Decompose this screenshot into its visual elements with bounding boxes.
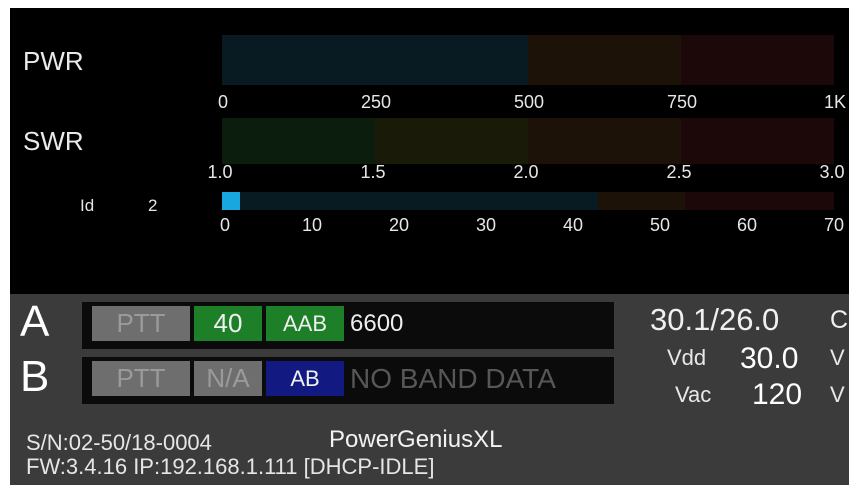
swr-tick: 1.5 xyxy=(360,162,386,182)
id-tick: 60 xyxy=(736,215,758,235)
vdd-value: 30.0 xyxy=(740,342,799,375)
pwr-tick: 1K xyxy=(823,92,847,112)
radio-a-ptt-indicator: PTT xyxy=(92,306,190,341)
vac-value: 120 xyxy=(752,378,803,411)
id-bar xyxy=(222,192,834,210)
model-name: PowerGeniusXL xyxy=(329,426,503,453)
radio-b-row: B PTT N/A AB NO BAND DATA xyxy=(10,352,630,407)
serial-number: S/N:02-50/18-0004 xyxy=(26,430,212,455)
vac-label: Vac xyxy=(675,382,712,407)
radio-a-antenna-indicator: AAB xyxy=(266,306,344,341)
swr-label: SWR xyxy=(23,126,84,156)
radio-b-antenna-indicator: AB xyxy=(266,361,344,396)
radio-b-frequency: NO BAND DATA xyxy=(350,363,556,394)
id-tick: 70 xyxy=(823,215,845,235)
id-zone-warning xyxy=(597,192,686,210)
radio-b-band-indicator: N/A xyxy=(194,361,262,396)
swr-zone-warning xyxy=(528,118,681,164)
id-zone-normal xyxy=(222,192,598,210)
swr-zone-fair xyxy=(375,118,528,164)
amplifier-display: PWR 0 250 500 750 1K SWR 1.0 1.5 2.0 2.5… xyxy=(10,8,849,485)
radio-a-letter: A xyxy=(20,297,50,346)
pwr-tick: 750 xyxy=(666,92,698,112)
swr-tick: 2.5 xyxy=(666,162,692,182)
radio-b-letter: B xyxy=(20,352,50,401)
temperature-unit: C xyxy=(830,306,849,334)
id-zone-danger xyxy=(685,192,834,210)
vdd-label: Vdd xyxy=(667,345,707,370)
id-tick: 10 xyxy=(301,215,323,235)
pwr-zone-danger xyxy=(681,35,834,85)
id-value: 2 xyxy=(148,196,158,215)
vac-unit: V xyxy=(830,382,845,407)
swr-zone-good xyxy=(222,118,375,164)
pwr-bar xyxy=(222,35,834,85)
swr-tick: 3.0 xyxy=(819,162,845,182)
status-panel: A PTT 40 AAB 6600 B PTT N/A AB NO BAND D… xyxy=(10,294,849,485)
swr-bar xyxy=(222,118,834,164)
id-tick: 0 xyxy=(219,215,231,235)
pwr-tick: 0 xyxy=(217,92,229,112)
temperature-value: 30.1/26.0 xyxy=(650,302,780,337)
id-tick: 20 xyxy=(388,215,410,235)
swr-tick: 2.0 xyxy=(513,162,539,182)
swr-tick: 1.0 xyxy=(207,162,233,182)
firmware-ip-status: FW:3.4.16 IP:192.168.1.111 [DHCP-IDLE] xyxy=(26,454,435,479)
id-label: Id xyxy=(80,196,95,215)
meters-panel: PWR 0 250 500 750 1K SWR 1.0 1.5 2.0 2.5… xyxy=(10,8,849,294)
radio-a-frequency: 6600 xyxy=(350,310,404,337)
id-tick: 40 xyxy=(562,215,584,235)
pwr-label: PWR xyxy=(23,46,84,76)
radio-a-band-indicator: 40 xyxy=(194,306,262,341)
swr-zone-danger xyxy=(681,118,834,164)
radio-b-ptt-indicator: PTT xyxy=(92,361,190,396)
pwr-tick: 250 xyxy=(360,92,392,112)
pwr-tick: 500 xyxy=(513,92,545,112)
pwr-zone-warning xyxy=(528,35,681,85)
radio-a-row: A PTT 40 AAB 6600 xyxy=(10,297,630,352)
id-tick: 30 xyxy=(475,215,497,235)
id-level-fill xyxy=(222,192,240,210)
pwr-zone-normal xyxy=(222,35,528,85)
id-tick: 50 xyxy=(649,215,671,235)
vdd-unit: V xyxy=(830,345,845,370)
